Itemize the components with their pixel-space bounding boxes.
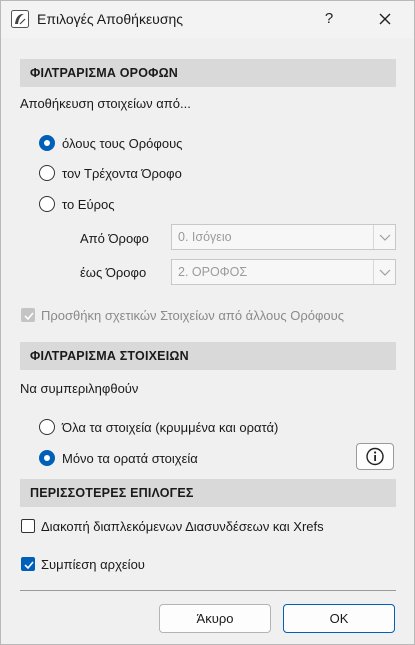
- help-button[interactable]: ?: [317, 7, 341, 31]
- current-floor-label[interactable]: τον Τρέχοντα Όροφο: [62, 166, 182, 181]
- floor-filter-header: ΦΙΛΤΡΑΡΙΣΜΑ ΟΡΟΦΩΝ: [20, 59, 396, 87]
- element-filter-header: ΦΙΛΤΡΑΡΙΣΜΑ ΣΤΟΙΧΕΙΩΝ: [20, 342, 396, 370]
- info-icon: [366, 447, 384, 466]
- checkmark-icon: [24, 312, 34, 321]
- compress-file-label[interactable]: Συμπίεση αρχείου: [41, 557, 145, 572]
- radio-current-floor[interactable]: [39, 165, 55, 181]
- to-floor-dropdown[interactable]: 2. ΟΡΟΦΟΣ: [171, 259, 396, 285]
- compress-file-checkbox[interactable]: [21, 557, 35, 571]
- radio-all-elements[interactable]: [39, 419, 55, 435]
- more-options-header: ΠΕΡΙΣΣΟΤΕΡΕΣ ΕΠΙΛΟΓΕΣ: [20, 479, 396, 507]
- chevron-down-icon: [373, 260, 395, 284]
- window-title: Επιλογές Αποθήκευσης: [37, 11, 184, 27]
- to-floor-value: 2. ΟΡΟΦΟΣ: [178, 265, 248, 279]
- cancel-button[interactable]: Άκυρο: [159, 604, 271, 633]
- break-links-label[interactable]: Διακοπή διαπλεκόμενων Διασυνδέσεων και X…: [41, 519, 324, 534]
- checkmark-icon: [24, 561, 34, 570]
- chevron-down-icon: [373, 225, 395, 249]
- add-related-checkbox[interactable]: [21, 308, 35, 322]
- from-floor-label: Από Όροφο: [80, 231, 149, 246]
- save-from-label: Αποθήκευση στοιχείων από...: [20, 96, 191, 111]
- save-options-dialog: Επιλογές Αποθήκευσης ? ΦΙΛΤΡΑΡΙΣΜΑ ΟΡΟΦΩ…: [0, 0, 415, 645]
- include-label: Να συμπεριληφθούν: [20, 381, 139, 396]
- all-floors-label[interactable]: όλους τους Ορόφους: [62, 136, 182, 151]
- info-button[interactable]: [356, 443, 394, 470]
- radio-all-floors[interactable]: [39, 135, 55, 151]
- radio-floor-range[interactable]: [39, 196, 55, 212]
- visible-elements-label[interactable]: Μόνο τα ορατά στοιχεία: [62, 451, 198, 466]
- all-elements-label[interactable]: Όλα τα στοιχεία (κρυμμένα και ορατά): [62, 420, 278, 435]
- close-icon[interactable]: [373, 7, 397, 31]
- to-floor-label: έως Όροφο: [80, 265, 147, 280]
- from-floor-value: 0. Ισόγειο: [178, 230, 232, 244]
- app-logo-icon: [11, 10, 29, 28]
- title-bar: Επιλογές Αποθήκευσης ?: [1, 1, 414, 38]
- add-related-label: Προσθήκη σχετικών Στοιχείων από άλλους Ο…: [41, 308, 344, 323]
- break-links-checkbox[interactable]: [21, 519, 35, 533]
- radio-visible-elements[interactable]: [39, 450, 55, 466]
- ok-button[interactable]: OK: [283, 604, 395, 633]
- floor-range-label[interactable]: το Εύρος: [62, 197, 114, 212]
- from-floor-dropdown[interactable]: 0. Ισόγειο: [171, 224, 396, 250]
- footer-divider: [20, 590, 396, 591]
